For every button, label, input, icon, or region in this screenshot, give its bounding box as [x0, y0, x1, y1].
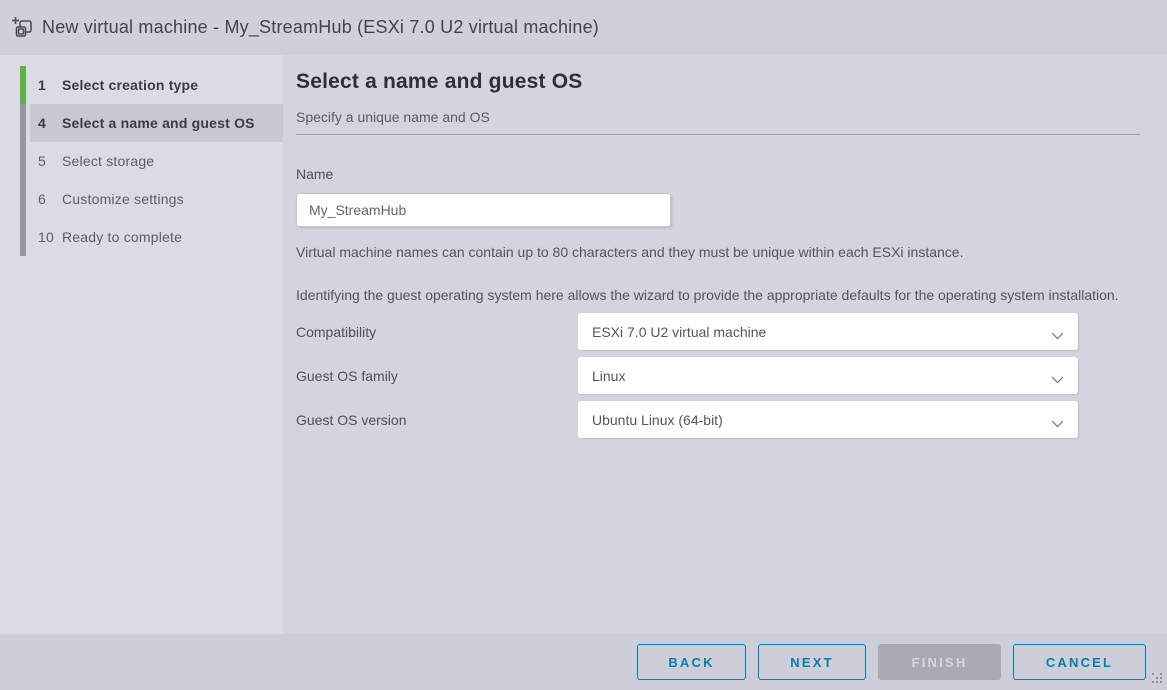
dialog-titlebar: New virtual machine - My_StreamHub (ESXi…	[0, 0, 1167, 55]
step-number: 10	[38, 229, 54, 245]
guest-os-family-value: Linux	[592, 368, 625, 384]
compatibility-select[interactable]: ESXi 7.0 U2 virtual machine	[578, 313, 1078, 350]
step-item-customize-settings[interactable]: 6 Customize settings	[30, 180, 283, 218]
guest-os-version-select[interactable]: Ubuntu Linux (64-bit)	[578, 401, 1078, 438]
name-help-text: Virtual machine names can contain up to …	[296, 241, 1140, 263]
step-progress-bar	[20, 66, 26, 104]
resize-grip[interactable]	[1152, 673, 1164, 685]
step-label: Select storage	[62, 153, 154, 169]
step-progress-bar	[20, 142, 26, 180]
step-progress-bar	[20, 180, 26, 218]
guest-os-family-select[interactable]: Linux	[578, 357, 1078, 394]
step-number: 6	[38, 191, 54, 207]
wizard-steps-nav: 1 Select creation type 4 Select a name a…	[0, 55, 283, 634]
new-vm-wizard-dialog: New virtual machine - My_StreamHub (ESXi…	[0, 0, 1167, 690]
step-label: Select a name and guest OS	[62, 115, 255, 131]
step-label: Ready to complete	[62, 229, 182, 245]
next-button[interactable]: NEXT	[758, 644, 866, 680]
compatibility-label: Compatibility	[296, 324, 578, 340]
guest-os-family-row: Guest OS family Linux	[296, 357, 1140, 394]
name-field-label: Name	[296, 166, 1140, 182]
section-divider	[296, 134, 1140, 135]
step-item-select-creation-type[interactable]: 1 Select creation type	[30, 66, 283, 104]
compatibility-value: ESXi 7.0 U2 virtual machine	[592, 324, 766, 340]
step-item-select-storage[interactable]: 5 Select storage	[30, 142, 283, 180]
guest-os-version-row: Guest OS version Ubuntu Linux (64-bit)	[296, 401, 1140, 438]
compatibility-row: Compatibility ESXi 7.0 U2 virtual machin…	[296, 313, 1140, 350]
guest-os-help-text: Identifying the guest operating system h…	[296, 284, 1126, 306]
cancel-button[interactable]: CANCEL	[1013, 644, 1146, 680]
step-item-select-name-guest-os[interactable]: 4 Select a name and guest OS	[30, 104, 283, 142]
vm-name-input[interactable]	[296, 193, 671, 227]
step-progress-bar	[20, 104, 26, 142]
step-item-ready-to-complete[interactable]: 10 Ready to complete	[30, 218, 283, 256]
chevron-down-icon	[1051, 415, 1064, 431]
step-number: 1	[38, 77, 54, 93]
finish-button: FINISH	[878, 644, 1001, 680]
wizard-page-content: Select a name and guest OS Specify a uni…	[283, 55, 1167, 634]
wizard-footer: BACK NEXT FINISH CANCEL	[0, 634, 1167, 690]
guest-os-version-value: Ubuntu Linux (64-bit)	[592, 412, 723, 428]
guest-os-family-label: Guest OS family	[296, 368, 578, 384]
page-title: Select a name and guest OS	[296, 70, 1140, 94]
step-progress-bar	[20, 218, 26, 256]
step-number: 5	[38, 153, 54, 169]
back-button[interactable]: BACK	[637, 644, 746, 680]
dialog-title: New virtual machine - My_StreamHub (ESXi…	[42, 17, 599, 38]
chevron-down-icon	[1051, 327, 1064, 343]
step-number: 4	[38, 115, 54, 131]
new-vm-icon	[10, 15, 36, 41]
step-label: Select creation type	[62, 77, 198, 93]
chevron-down-icon	[1051, 371, 1064, 387]
guest-os-version-label: Guest OS version	[296, 412, 578, 428]
page-subtitle: Specify a unique name and OS	[296, 109, 1140, 125]
step-label: Customize settings	[62, 191, 184, 207]
